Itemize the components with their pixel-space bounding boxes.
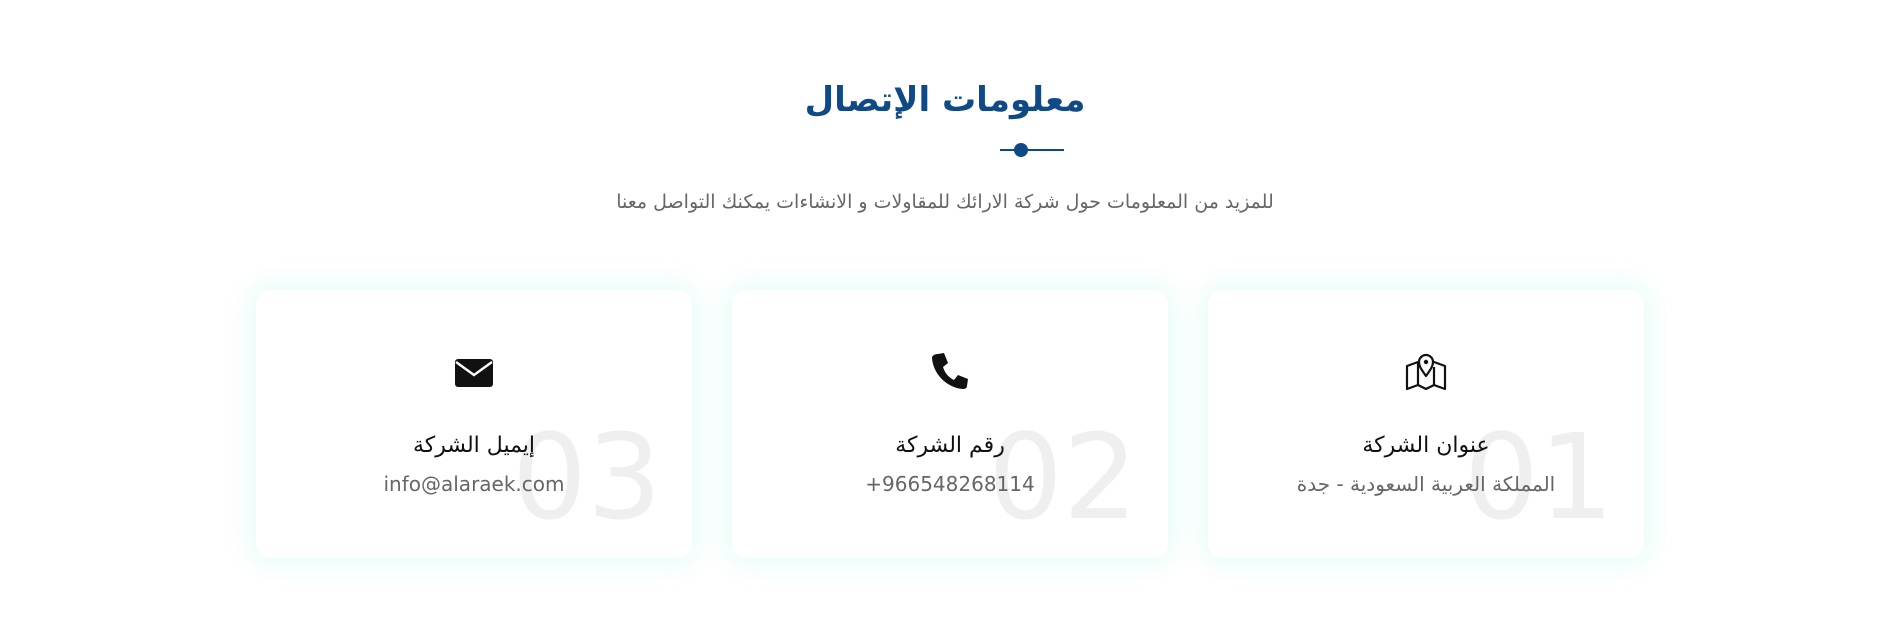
email-card: 03 إيميل الشركة info@alaraek.com [256, 290, 692, 558]
card-value: المملكة العربية السعودية - جدة [1296, 472, 1556, 496]
divider-line [1000, 149, 1064, 151]
phone-card: 02 رقم الشركة +966548268114 [732, 290, 1168, 558]
phone-icon [732, 350, 1168, 392]
card-label: رقم الشركة [895, 433, 1005, 458]
divider-dot [1014, 143, 1028, 157]
address-card: 01 عنوان الشركة المملكة العربية السعودية… [1208, 290, 1644, 558]
envelope-icon [256, 350, 692, 392]
section-subtitle: للمزيد من المعلومات حول شركة الارائك للم… [616, 191, 1274, 213]
contact-cards: 01 عنوان الشركة المملكة العربية السعودية… [256, 290, 1644, 558]
card-label: عنوان الشركة [1362, 433, 1490, 458]
section-title: معلومات الإتصال [804, 80, 1086, 120]
card-value[interactable]: +966548268114 [732, 472, 1168, 496]
contact-info-section: معلومات الإتصال للمزيد من المعلومات حول … [0, 0, 1890, 633]
title-divider [1000, 142, 1064, 158]
map-pin-icon [1208, 350, 1644, 392]
card-label: إيميل الشركة [412, 433, 536, 458]
card-value[interactable]: info@alaraek.com [256, 472, 692, 496]
